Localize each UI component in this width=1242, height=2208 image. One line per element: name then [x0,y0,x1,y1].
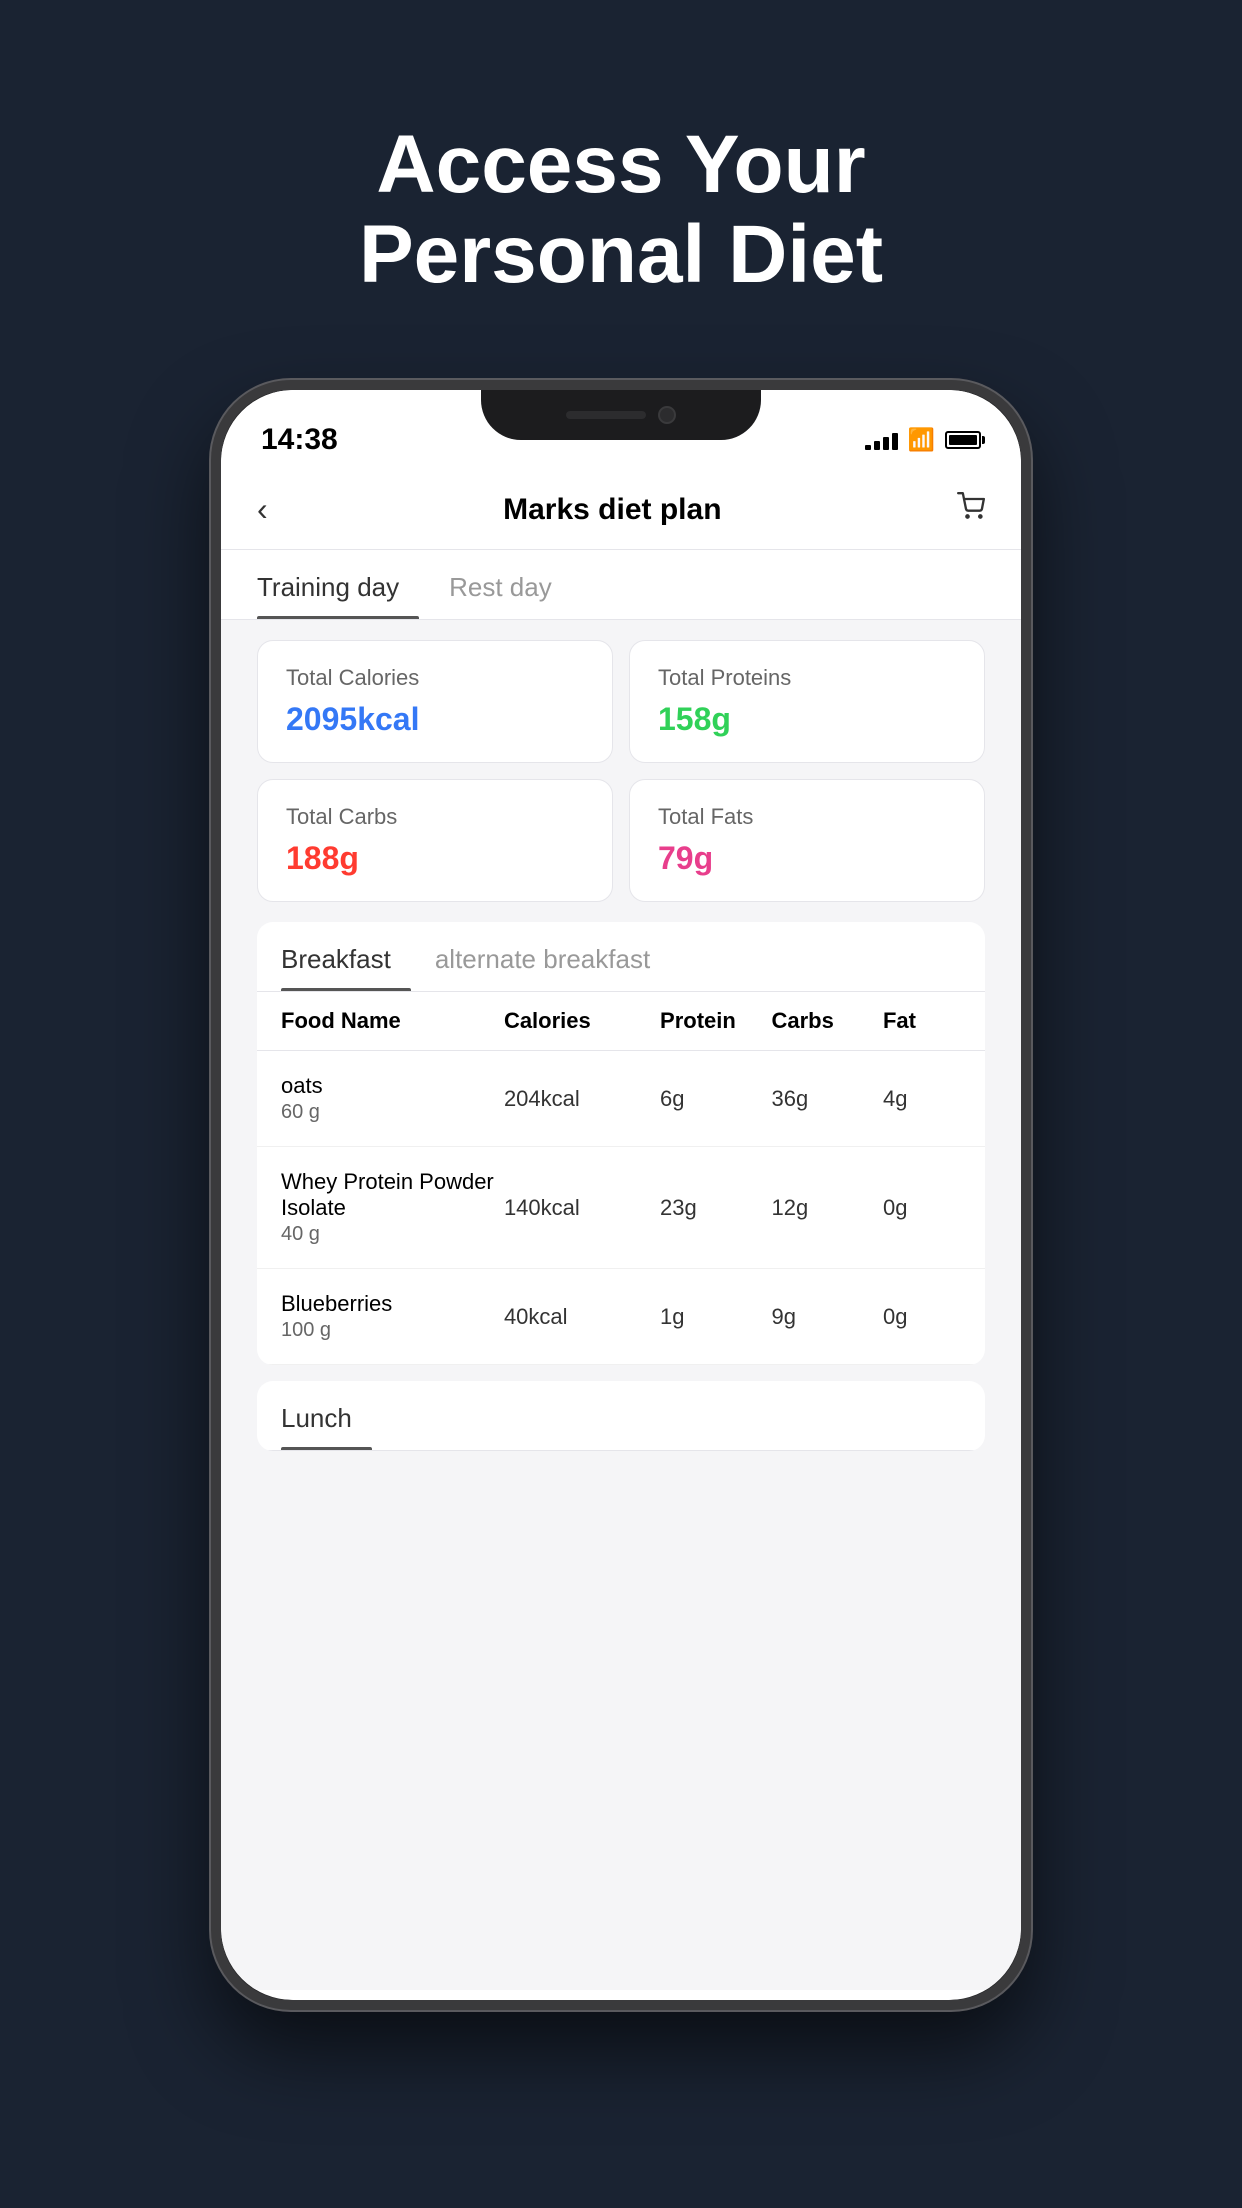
stat-label-fats: Total Fats [658,804,956,830]
food-name-blueberries: Blueberries [281,1291,504,1317]
notch-camera [658,406,676,424]
food-carbs-blueberries: 9g [771,1304,882,1330]
food-weight-blueberries: 100 g [281,1319,504,1342]
signal-bar-3 [883,437,889,450]
food-row-whey[interactable]: Whey Protein Powder Isolate 40 g 140kcal… [257,1147,985,1269]
stat-label-carbs: Total Carbs [286,804,584,830]
signal-bars-icon [865,430,898,450]
food-weight-whey: 40 g [281,1223,504,1246]
food-row-blueberries[interactable]: Blueberries 100 g 40kcal 1g 9g 0g [257,1269,985,1365]
tab-lunch[interactable]: Lunch [281,1381,372,1450]
food-fat-whey: 0g [883,1195,961,1221]
content-area: Total Calories 2095kcal Total Proteins 1… [221,620,1021,1990]
battery-icon [945,431,981,449]
stat-value-calories: 2095kcal [286,701,584,738]
food-carbs-oats: 36g [771,1086,882,1112]
stat-label-proteins: Total Proteins [658,665,956,691]
food-name-whey: Whey Protein Powder Isolate [281,1169,504,1221]
notch [481,390,761,440]
food-protein-blueberries: 1g [660,1304,771,1330]
stats-grid: Total Calories 2095kcal Total Proteins 1… [257,640,985,902]
nav-title: Marks diet plan [503,493,721,527]
stat-value-fats: 79g [658,840,956,877]
day-tabs: Training day Rest day [221,550,1021,620]
food-weight-oats: 60 g [281,1101,504,1124]
lunch-tabs: Lunch [257,1381,985,1451]
food-table: Food Name Calories Protein Carbs Fat oat… [257,992,985,1365]
stat-label-calories: Total Calories [286,665,584,691]
headline-line2: Personal Diet [0,210,1242,300]
stat-card-proteins: Total Proteins 158g [629,640,985,763]
stat-value-proteins: 158g [658,701,956,738]
meal-tabs: Breakfast alternate breakfast [257,922,985,992]
food-name-cell-blueberries: Blueberries 100 g [281,1291,504,1342]
food-protein-oats: 6g [660,1086,771,1112]
lunch-section: Lunch [257,1381,985,1451]
col-header-fat: Fat [883,1008,961,1034]
food-table-header: Food Name Calories Protein Carbs Fat [257,992,985,1051]
page-headline: Access Your Personal Diet [0,0,1242,380]
food-calories-oats: 204kcal [504,1086,660,1112]
tab-rest-day[interactable]: Rest day [449,550,572,619]
page-background: Access Your Personal Diet 14:38 [0,0,1242,2208]
col-header-protein: Protein [660,1008,771,1034]
food-calories-whey: 140kcal [504,1195,660,1221]
food-name-cell-oats: oats 60 g [281,1073,504,1124]
back-button[interactable]: ‹ [257,491,268,528]
tab-training-day[interactable]: Training day [257,550,419,619]
food-carbs-whey: 12g [771,1195,882,1221]
tab-breakfast[interactable]: Breakfast [281,922,411,991]
stat-card-calories: Total Calories 2095kcal [257,640,613,763]
food-row-oats[interactable]: oats 60 g 204kcal 6g 36g 4g [257,1051,985,1147]
phone-frame: 14:38 📶 [211,380,1031,2010]
food-protein-whey: 23g [660,1195,771,1221]
col-header-food-name: Food Name [281,1008,504,1034]
col-header-calories: Calories [504,1008,660,1034]
tab-alternate-breakfast[interactable]: alternate breakfast [435,922,670,991]
status-bar: 14:38 📶 [221,390,1021,470]
phone-container: 14:38 📶 [0,380,1242,2010]
signal-bar-1 [865,445,871,450]
col-header-carbs: Carbs [771,1008,882,1034]
food-calories-blueberries: 40kcal [504,1304,660,1330]
phone-screen: 14:38 📶 [221,390,1021,2000]
meal-section: Breakfast alternate breakfast Food Name [257,922,985,1365]
status-time: 14:38 [261,423,338,457]
stat-card-fats: Total Fats 79g [629,779,985,902]
nav-bar: ‹ Marks diet plan [221,470,1021,550]
headline-line1: Access Your [0,120,1242,210]
stat-card-carbs: Total Carbs 188g [257,779,613,902]
cart-icon[interactable] [957,492,985,528]
stat-value-carbs: 188g [286,840,584,877]
food-fat-oats: 4g [883,1086,961,1112]
food-name-cell-whey: Whey Protein Powder Isolate 40 g [281,1169,504,1246]
signal-bar-2 [874,441,880,450]
status-icons: 📶 [865,427,981,453]
food-name-oats: oats [281,1073,504,1099]
signal-bar-4 [892,433,898,450]
food-fat-blueberries: 0g [883,1304,961,1330]
notch-speaker [566,411,646,419]
wifi-icon: 📶 [908,427,935,453]
battery-fill [949,435,977,445]
